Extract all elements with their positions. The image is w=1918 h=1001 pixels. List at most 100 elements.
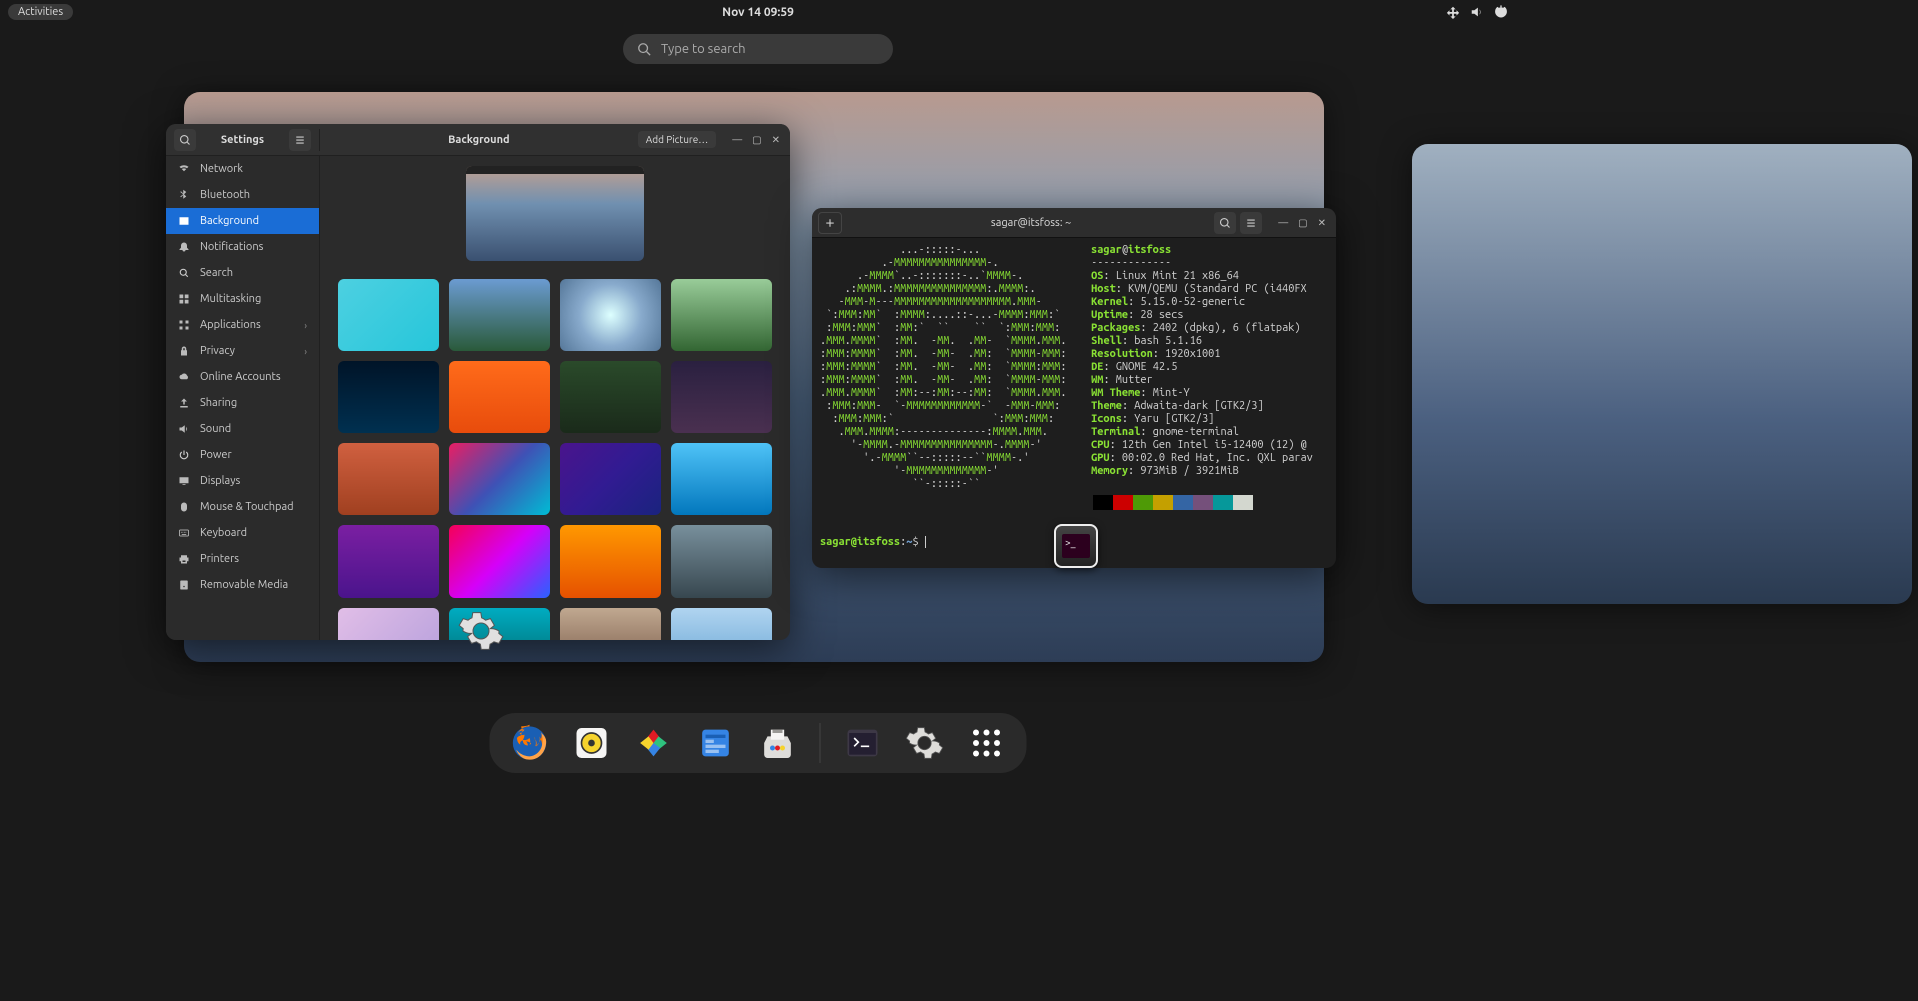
close-button[interactable]: ✕ xyxy=(772,134,780,146)
overview-search[interactable]: Type to search xyxy=(623,34,893,64)
terminal-headerbar: sagar@itsfoss: ~ — ▢ ✕ xyxy=(812,208,1336,238)
dock-separator xyxy=(820,723,821,763)
activities-button[interactable]: Activities xyxy=(8,4,73,20)
dock-files[interactable] xyxy=(696,723,736,763)
sidebar-item-label: Printers xyxy=(200,553,239,565)
settings-headerbar: Settings Background Add Picture… — ▢ ✕ xyxy=(166,124,790,156)
settings-search-button[interactable] xyxy=(174,129,196,151)
close-button[interactable]: ✕ xyxy=(1318,217,1326,229)
wallpaper-thumb[interactable] xyxy=(560,608,661,640)
workspace-2[interactable] xyxy=(1412,144,1912,604)
dock-software[interactable] xyxy=(758,723,798,763)
minimize-button[interactable]: — xyxy=(1278,217,1288,229)
wallpaper-thumb[interactable] xyxy=(671,608,772,640)
wallpaper-thumb[interactable] xyxy=(449,361,550,433)
sidebar-item-label: Online Accounts xyxy=(200,371,281,383)
sidebar-item-label: Sharing xyxy=(200,397,237,409)
maximize-button[interactable]: ▢ xyxy=(752,134,761,146)
sidebar-item-printers[interactable]: Printers xyxy=(166,546,319,572)
sidebar-item-network[interactable]: Network xyxy=(166,156,319,182)
sidebar-item-online-accounts[interactable]: Online Accounts xyxy=(166,364,319,390)
terminal-title: sagar@itsfoss: ~ xyxy=(848,217,1214,229)
settings-window[interactable]: Settings Background Add Picture… — ▢ ✕ N… xyxy=(166,124,790,640)
terminal-output: ...-:::::-... sagar@itsfoss .-MMMMMMMMMM… xyxy=(812,238,1336,516)
dock-firefox[interactable] xyxy=(510,723,550,763)
wallpaper-thumb[interactable] xyxy=(449,279,550,351)
wallpaper-thumb[interactable] xyxy=(671,361,772,433)
sidebar-item-label: Mouse & Touchpad xyxy=(200,501,294,513)
terminal-search-button[interactable] xyxy=(1214,212,1236,234)
wallpaper-thumb[interactable] xyxy=(449,443,550,515)
maximize-button[interactable]: ▢ xyxy=(1298,217,1307,229)
sidebar-item-label: Search xyxy=(200,267,233,279)
wallpaper-thumb[interactable] xyxy=(338,279,439,351)
wallpaper-thumb[interactable] xyxy=(671,525,772,597)
sidebar-item-label: Multitasking xyxy=(200,293,261,305)
dock-photos[interactable] xyxy=(634,723,674,763)
wallpaper-thumb[interactable] xyxy=(560,525,661,597)
sidebar-item-multitasking[interactable]: Multitasking xyxy=(166,286,319,312)
wallpaper-thumb[interactable] xyxy=(338,608,439,640)
sidebar-item-bluetooth[interactable]: Bluetooth xyxy=(166,182,319,208)
sidebar-item-label: Bluetooth xyxy=(200,189,250,201)
sidebar-item-mouse-touchpad[interactable]: Mouse & Touchpad xyxy=(166,494,319,520)
dock-settings[interactable] xyxy=(905,723,945,763)
sidebar-item-sound[interactable]: Sound xyxy=(166,416,319,442)
minimize-button[interactable]: — xyxy=(732,134,742,146)
sidebar-item-removable-media[interactable]: Removable Media xyxy=(166,572,319,598)
window-icon-terminal[interactable]: >_ xyxy=(1054,524,1098,568)
sidebar-item-keyboard[interactable]: Keyboard xyxy=(166,520,319,546)
sidebar-item-background[interactable]: Background xyxy=(166,208,319,234)
sidebar-item-applications[interactable]: Applications› xyxy=(166,312,319,338)
sidebar-item-label: Power xyxy=(200,449,232,461)
sidebar-item-power[interactable]: Power xyxy=(166,442,319,468)
settings-title: Settings xyxy=(202,134,283,146)
settings-content xyxy=(320,156,790,640)
sidebar-item-label: Removable Media xyxy=(200,579,288,591)
sidebar-item-label: Displays xyxy=(200,475,240,487)
sidebar-item-search[interactable]: Search xyxy=(166,260,319,286)
volume-indicator-icon[interactable] xyxy=(1470,5,1484,19)
clock[interactable]: Nov 14 09:59 xyxy=(722,6,794,19)
new-tab-button[interactable] xyxy=(818,212,842,234)
power-indicator-icon[interactable] xyxy=(1494,5,1508,19)
wallpaper-thumb[interactable] xyxy=(338,443,439,515)
dock-rhythmbox[interactable] xyxy=(572,723,612,763)
wallpaper-thumb[interactable] xyxy=(671,443,772,515)
sidebar-item-label: Network xyxy=(200,163,243,175)
wallpaper-thumb[interactable] xyxy=(560,443,661,515)
terminal-window[interactable]: sagar@itsfoss: ~ — ▢ ✕ ...-:::::-... sag… xyxy=(812,208,1336,568)
sidebar-item-displays[interactable]: Displays xyxy=(166,468,319,494)
sidebar-item-label: Sound xyxy=(200,423,231,435)
wallpaper-thumb[interactable] xyxy=(560,361,661,433)
chevron-right-icon: › xyxy=(304,346,307,357)
wallpaper-thumb[interactable] xyxy=(671,279,772,351)
settings-pane-title: Background xyxy=(320,134,638,146)
search-icon xyxy=(637,42,651,56)
wallpaper-thumb[interactable] xyxy=(449,525,550,597)
window-icon-settings[interactable] xyxy=(456,606,506,656)
dash xyxy=(490,713,1027,773)
sidebar-item-sharing[interactable]: Sharing xyxy=(166,390,319,416)
terminal-menu-button[interactable] xyxy=(1240,212,1262,234)
settings-sidebar: Network Bluetooth Background Notifications S… xyxy=(166,156,320,640)
search-placeholder: Type to search xyxy=(661,42,746,56)
sidebar-item-label: Privacy xyxy=(200,345,235,357)
wallpaper-thumb[interactable] xyxy=(560,279,661,351)
sidebar-item-notifications[interactable]: Notifications xyxy=(166,234,319,260)
wallpaper-grid xyxy=(338,279,772,640)
settings-menu-button[interactable] xyxy=(289,129,311,151)
add-picture-button[interactable]: Add Picture… xyxy=(638,131,716,148)
background-preview xyxy=(466,166,644,261)
sidebar-item-privacy[interactable]: Privacy › xyxy=(166,338,319,364)
wallpaper-thumb[interactable] xyxy=(338,525,439,597)
network-indicator-icon[interactable] xyxy=(1446,5,1460,19)
dock-show-apps[interactable] xyxy=(967,723,1007,763)
chevron-right-icon: › xyxy=(304,320,307,331)
wallpaper-thumb[interactable] xyxy=(338,361,439,433)
sidebar-item-label: Notifications xyxy=(200,241,263,253)
dock-terminal[interactable] xyxy=(843,723,883,763)
sidebar-item-label: Keyboard xyxy=(200,527,247,539)
top-panel: Activities Nov 14 09:59 xyxy=(0,0,1516,24)
sidebar-item-label: Background xyxy=(200,215,259,227)
